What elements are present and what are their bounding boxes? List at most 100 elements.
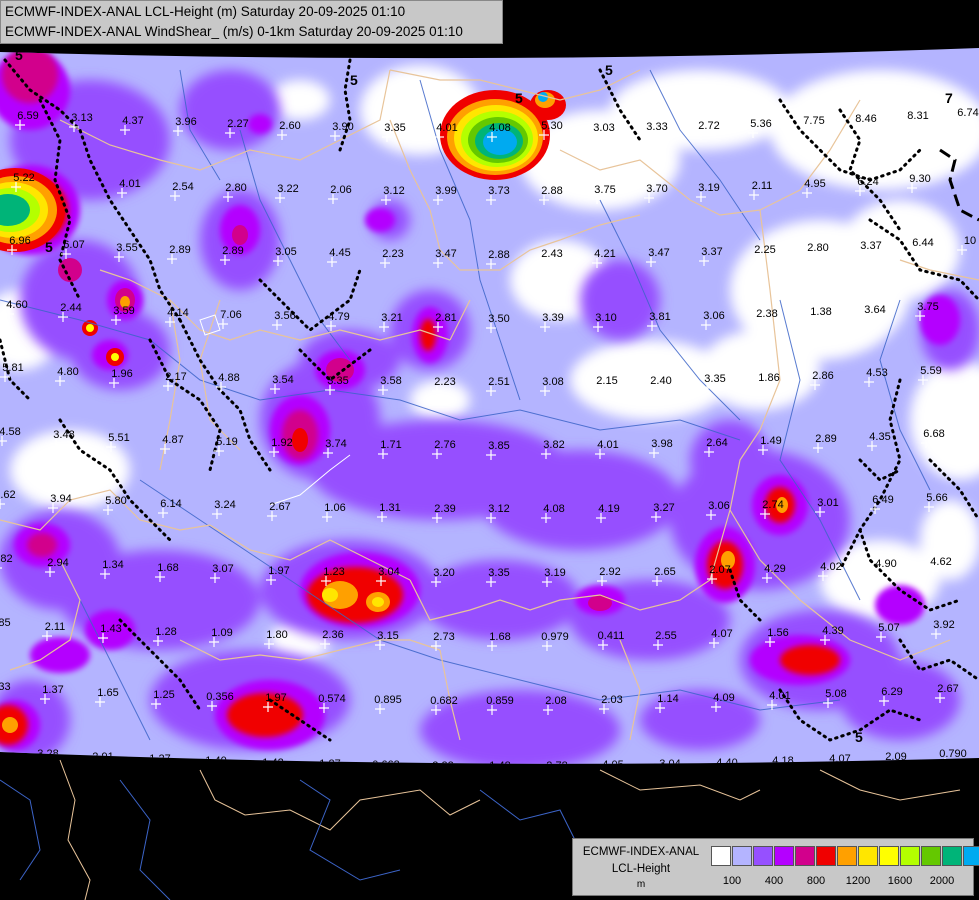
map-value-label: 2.27	[227, 118, 248, 130]
map-value-label: 9.30	[909, 173, 930, 185]
map-value-label: 8.46	[855, 113, 876, 125]
map-value-label: 3.35	[384, 122, 405, 134]
map-value-label: 6.59	[17, 110, 38, 122]
map-value-label: 4.45	[329, 247, 350, 259]
map-value-label: 0.411	[598, 630, 625, 642]
map-value-label: 1.97	[265, 692, 286, 704]
title-wind-shear: ECMWF-INDEX-ANAL WindShear_ (m/s) 0-1km …	[5, 24, 463, 39]
map-value-label: 5.30	[541, 120, 562, 132]
map-value-label: 2.40	[650, 375, 671, 387]
map-value-label: 0.574	[318, 693, 346, 705]
map-value-label: 2.80	[807, 242, 828, 254]
map-value-label: 5.66	[926, 492, 947, 504]
map-value-label: 3.47	[435, 248, 456, 260]
map-value-label: 2.89	[222, 245, 243, 257]
map-value-label: 2.23	[382, 248, 403, 260]
map-value-label: 4.35	[869, 431, 890, 443]
map-value-label: 5.22	[13, 172, 34, 184]
map-value-label: 2.67	[937, 683, 958, 695]
map-value-label: 5.51	[108, 432, 129, 444]
map-value-label: .85	[0, 617, 11, 629]
map-value-label: 4.29	[764, 563, 785, 575]
map-value-label: 2.25	[754, 244, 775, 256]
map-value-label: 3.08	[542, 376, 563, 388]
map-value-label: 3.37	[701, 246, 722, 258]
map-value-label: 5.19	[216, 436, 237, 448]
map-value-label: 3.81	[649, 311, 670, 323]
map-value-label: 2.74	[762, 499, 783, 511]
map-value-label: 4.90	[875, 558, 896, 570]
map-value-label: 2.88	[488, 249, 509, 261]
map-value-label: 1.65	[97, 687, 118, 699]
map-value-label: 3.59	[113, 305, 134, 317]
map-value-label: 4.95	[804, 178, 825, 190]
map-value-label: 2.23	[434, 376, 455, 388]
map-value-label: 2.73	[433, 631, 454, 643]
map-value-label: 4.09	[713, 692, 734, 704]
map-value-label: 3.75	[594, 184, 615, 196]
legend-swatch	[858, 846, 878, 866]
map-value-label: 7.75	[803, 115, 824, 127]
map-value-label: 4.87	[162, 434, 183, 446]
map-value-label: 3.12	[488, 503, 509, 515]
legend-tick: 1600	[887, 875, 913, 887]
map-value-label: 3.54	[272, 374, 293, 386]
map-value-label: 1.56	[767, 627, 788, 639]
map-value-label: 1.25	[153, 689, 174, 701]
contour-label: 5	[855, 729, 863, 745]
map-value-label: 2.51	[488, 376, 509, 388]
map-value-label: 6.74	[957, 107, 978, 119]
map-value-label: 1.23	[323, 566, 344, 578]
map-value-label: 3.75	[917, 301, 938, 313]
map-value-label: 2.03	[601, 694, 622, 706]
map-value-label: 3.06	[703, 310, 724, 322]
map-value-label: 2.15	[596, 375, 617, 387]
map-value-label: 4.79	[328, 311, 349, 323]
map-value-label: 3.13	[71, 112, 92, 124]
map-value-label: 1.38	[810, 306, 831, 318]
map-value-label: 1.97	[268, 565, 289, 577]
map-value-label: 3.20	[433, 567, 454, 579]
map-value-label: 1.31	[379, 502, 400, 514]
legend-swatch	[816, 846, 836, 866]
map-value-label: 2.86	[812, 370, 833, 382]
map-value-label: 5.81	[2, 362, 23, 374]
map-value-label: 2.94	[47, 557, 68, 569]
map-value-label: 1.49	[760, 435, 781, 447]
map-value-label: 2.67	[269, 501, 290, 513]
map-value-label: 3.37	[860, 240, 881, 252]
map-value-label: 3.98	[651, 438, 672, 450]
map-value-label: 4.07	[711, 628, 732, 640]
map-value-label: 3.85	[488, 440, 509, 452]
legend-swatch	[963, 846, 979, 866]
map-value-label: 3.06	[708, 500, 729, 512]
map-value-label: 0.790	[939, 748, 967, 760]
map-value-label: 2.08	[545, 695, 566, 707]
map-value-label: 3.19	[698, 182, 719, 194]
map-value-label: 4.08	[543, 503, 564, 515]
map-value-label: 3.70	[646, 183, 667, 195]
map-value-label: 2.88	[541, 185, 562, 197]
map-value-label: 4.88	[218, 372, 239, 384]
map-value-label: 3.39	[542, 312, 563, 324]
map-value-label: 3.24	[214, 499, 235, 511]
map-value-label: 3.74	[325, 438, 346, 450]
contour-label: 5	[350, 72, 358, 88]
map-value-label: 3.94	[50, 493, 71, 505]
map-value-label: 3.82	[543, 439, 564, 451]
map-value-label: 4.01	[597, 439, 618, 451]
map-value-label: 2.76	[434, 439, 455, 451]
legend-tick: 1200	[845, 875, 871, 887]
map-value-label: 1.28	[155, 626, 176, 638]
legend-swatch	[753, 846, 773, 866]
map-value-label: 4.39	[822, 625, 843, 637]
map-value-label: 0.682	[430, 695, 458, 707]
map-value-label: 0.859	[486, 695, 514, 707]
map-value-label: 4.62	[930, 556, 951, 568]
map-value-label: 2.07	[709, 564, 730, 576]
legend-swatch	[837, 846, 857, 866]
map-value-label: 6.68	[923, 428, 944, 440]
map-value-label: 3.35	[488, 567, 509, 579]
map-value-label: 2.39	[434, 503, 455, 515]
map-value-label: 3.04	[378, 566, 399, 578]
